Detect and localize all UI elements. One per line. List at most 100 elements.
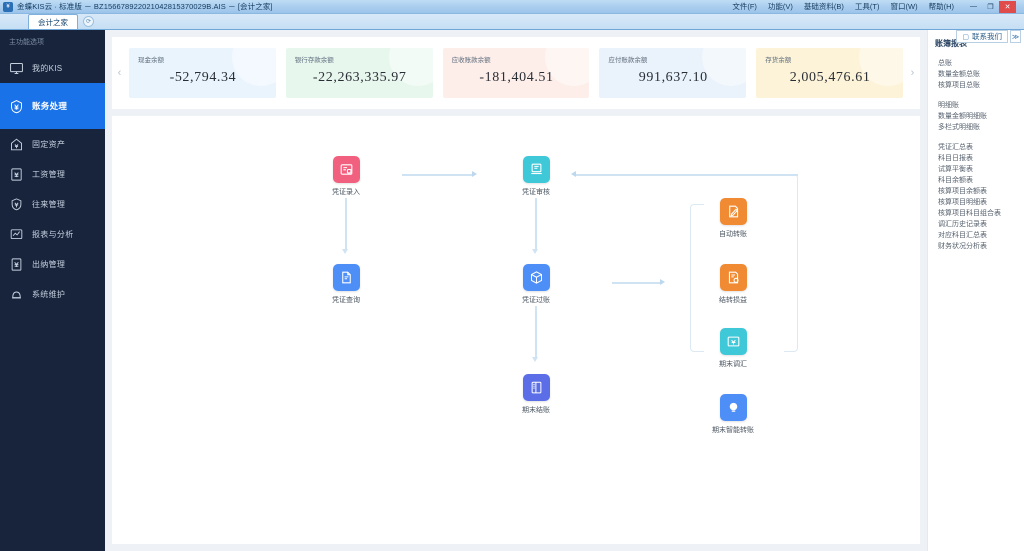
menu-tools[interactable]: 工具(T) bbox=[855, 1, 880, 12]
report-link[interactable]: 核算项目总账 bbox=[935, 80, 1024, 91]
menubar: 文件(F) 功能(V) 基础资料(B) 工具(T) 窗口(W) 帮助(H) — … bbox=[732, 0, 1024, 13]
flow-node-label: 期末智能转账 bbox=[712, 427, 754, 434]
report-link[interactable]: 科目日报表 bbox=[935, 153, 1024, 164]
sidebar-item-fixed-assets[interactable]: 固定资产 bbox=[0, 129, 105, 159]
report-link[interactable]: 对应科目汇总表 bbox=[935, 230, 1024, 241]
app-shell: 主功能选项 我的KIS 账务处理 固定资产 工资管理 往来管理 报表与分析 出纳… bbox=[0, 30, 1024, 551]
flow-node-auto-transfer[interactable]: 自动转账 bbox=[705, 198, 761, 239]
flow-node-label: 期末调汇 bbox=[719, 361, 747, 368]
kpi-next-button[interactable]: › bbox=[905, 67, 920, 79]
report-link[interactable]: 试算平衡表 bbox=[935, 164, 1024, 175]
kpi-card-payables[interactable]: 应付账款余额 991,637.10 bbox=[599, 48, 747, 98]
kpi-card-bank-deposit[interactable]: 银行存款余额 -22,263,335.97 bbox=[285, 48, 433, 98]
report-link[interactable]: 明细账 bbox=[935, 100, 1024, 111]
kpi-card-receivables[interactable]: 应收账款余额 -181,404.51 bbox=[442, 48, 590, 98]
flow-node-label: 期末结账 bbox=[522, 407, 550, 414]
voucher-post-icon bbox=[522, 264, 550, 291]
kpi-carousel: ‹ 现金余额 -52,794.34 银行存款余额 -22,263,335.97 … bbox=[112, 37, 920, 109]
flow-node-voucher-query[interactable]: 凭证查询 bbox=[318, 264, 374, 305]
kpi-card-title: 应收账款余额 bbox=[451, 57, 491, 64]
flow-node-label: 凭证审核 bbox=[522, 189, 550, 196]
kpi-card-value: -52,794.34 bbox=[169, 70, 237, 85]
period-close-icon bbox=[522, 374, 550, 401]
report-link[interactable]: 调汇历史记录表 bbox=[935, 219, 1024, 230]
kis-logo-icon: ¥ bbox=[3, 1, 13, 12]
arrowhead-down-icon bbox=[341, 249, 348, 254]
menu-help[interactable]: 帮助(H) bbox=[929, 1, 954, 12]
tab-accounting-home[interactable]: 会计之家 bbox=[28, 14, 78, 29]
carry-profit-icon bbox=[719, 264, 747, 291]
house-yen-icon bbox=[9, 137, 24, 152]
group-bracket-right bbox=[784, 174, 798, 352]
voucher-audit-icon bbox=[522, 156, 550, 183]
menu-function[interactable]: 功能(V) bbox=[768, 1, 793, 12]
contact-us-label: 联系我们 bbox=[972, 32, 1002, 41]
flow-node-label: 凭证录入 bbox=[332, 189, 360, 196]
report-link[interactable]: 核算项目余额表 bbox=[935, 186, 1024, 197]
report-link[interactable]: 数量金额明细账 bbox=[935, 111, 1024, 122]
kpi-card-inventory[interactable]: 存货余额 2,005,476.61 bbox=[756, 48, 903, 98]
menu-file[interactable]: 文件(F) bbox=[732, 1, 757, 12]
kpi-card-title: 现金余额 bbox=[138, 57, 164, 64]
flow-node-fx-adjust[interactable]: 期末调汇 bbox=[705, 328, 761, 369]
close-button[interactable]: ✕ bbox=[999, 0, 1016, 13]
restore-button[interactable]: ❐ bbox=[982, 1, 999, 13]
sidebar-header: 主功能选项 bbox=[9, 39, 44, 46]
flow-node-period-close[interactable]: 期末结账 bbox=[508, 374, 564, 415]
report-link[interactable]: 核算项目科目组合表 bbox=[935, 208, 1024, 219]
workflow-canvas: 凭证录入 凭证审核 凭证查询 凭证过账 期末结账 自动转账 结转损益 期末调汇 … bbox=[112, 116, 920, 544]
auto-transfer-icon bbox=[719, 198, 747, 225]
menu-basedata[interactable]: 基础资料(B) bbox=[804, 1, 844, 12]
report-link[interactable]: 科目余额表 bbox=[935, 175, 1024, 186]
kpi-card-title: 银行存款余额 bbox=[294, 57, 334, 64]
sidebar: 主功能选项 我的KIS 账务处理 固定资产 工资管理 往来管理 报表与分析 出纳… bbox=[0, 30, 105, 551]
kpi-card-title: 存货余额 bbox=[765, 57, 792, 64]
sidebar-item-payroll[interactable]: 工资管理 bbox=[0, 159, 105, 189]
report-link[interactable]: 财务状况分析表 bbox=[935, 241, 1024, 252]
gear-bell-icon bbox=[9, 287, 24, 302]
sidebar-item-reports-analysis[interactable]: 报表与分析 bbox=[0, 219, 105, 249]
sidebar-item-cashier[interactable]: 出纳管理 bbox=[0, 249, 105, 279]
flow-node-label: 结转损益 bbox=[719, 297, 747, 304]
window-titlebar: ¥ 金蝶KIS云 · 标准版 － BZ156678922021042815370… bbox=[0, 0, 1024, 14]
report-link[interactable]: 多栏式明细账 bbox=[935, 122, 1024, 133]
arrowhead-down-icon bbox=[531, 357, 538, 362]
arrowhead-right-icon bbox=[660, 278, 665, 285]
flow-node-voucher-audit[interactable]: 凭证审核 bbox=[508, 156, 564, 197]
flow-node-voucher-post[interactable]: 凭证过账 bbox=[508, 264, 564, 305]
refresh-icon[interactable]: ⟳ bbox=[83, 16, 94, 27]
reports-panel: 账簿报表 总账 数量金额总账 核算项目总账 明细账 数量金额明细账 多栏式明细账… bbox=[927, 30, 1024, 551]
monitor-icon bbox=[9, 61, 24, 76]
contact-us-button[interactable]: ▢ 联系我们 bbox=[956, 30, 1008, 43]
yen-shield-icon bbox=[9, 99, 24, 114]
report-link[interactable]: 核算项目明细表 bbox=[935, 197, 1024, 208]
sidebar-item-system-maintenance[interactable]: 系统维护 bbox=[0, 279, 105, 309]
report-link[interactable]: 数量金额总账 bbox=[935, 69, 1024, 80]
cashier-icon bbox=[9, 257, 24, 272]
flow-node-label: 凭证查询 bbox=[332, 297, 360, 304]
sidebar-item-my-kis[interactable]: 我的KIS bbox=[0, 53, 105, 83]
reports-group-statements: 凭证汇总表 科目日报表 试算平衡表 科目余额表 核算项目余额表 核算项目明细表 … bbox=[935, 142, 1024, 252]
reports-group-general-ledger: 总账 数量金额总账 核算项目总账 bbox=[935, 58, 1024, 91]
reports-group-subsidiary-ledger: 明细账 数量金额明细账 多栏式明细账 bbox=[935, 100, 1024, 133]
flow-node-voucher-entry[interactable]: 凭证录入 bbox=[318, 156, 374, 197]
kpi-prev-button[interactable]: ‹ bbox=[112, 67, 127, 79]
sidebar-item-label: 工资管理 bbox=[32, 169, 66, 179]
flow-node-smart-transfer[interactable]: 期末智能转账 bbox=[702, 394, 764, 435]
sidebar-item-receivables[interactable]: 往来管理 bbox=[0, 189, 105, 219]
kpi-card-cash[interactable]: 现金余额 -52,794.34 bbox=[129, 48, 276, 98]
flow-node-carry-profit[interactable]: 结转损益 bbox=[705, 264, 761, 305]
kpi-card-row: 现金余额 -52,794.34 银行存款余额 -22,263,335.97 应收… bbox=[127, 48, 905, 98]
minimize-button[interactable]: — bbox=[965, 1, 982, 13]
panel-expand-caret-icon[interactable]: ≫ bbox=[1010, 30, 1021, 43]
sidebar-item-accounting[interactable]: 账务处理 bbox=[0, 83, 105, 129]
arrowhead-right-icon bbox=[472, 170, 477, 177]
connector-post-to-close bbox=[535, 306, 537, 358]
flow-node-label: 凭证过账 bbox=[522, 297, 550, 304]
connector-audit-to-post bbox=[535, 198, 537, 250]
report-link[interactable]: 凭证汇总表 bbox=[935, 142, 1024, 153]
kpi-card-value: -181,404.51 bbox=[479, 70, 554, 85]
sidebar-item-label: 往来管理 bbox=[32, 199, 66, 209]
menu-window[interactable]: 窗口(W) bbox=[891, 1, 918, 12]
report-link[interactable]: 总账 bbox=[935, 58, 1024, 69]
